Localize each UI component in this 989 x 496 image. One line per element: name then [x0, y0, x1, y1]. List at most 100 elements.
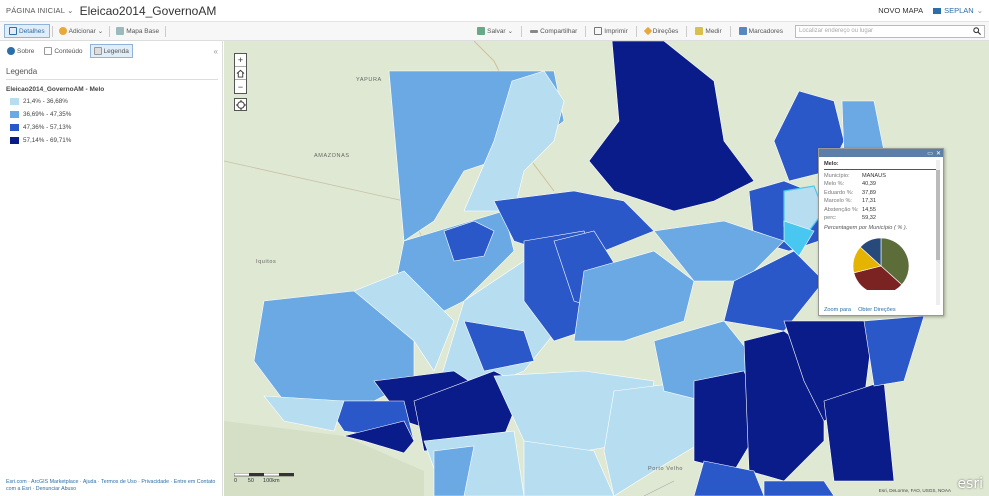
popup-field-value: 17,31: [862, 198, 876, 205]
home-icon: [236, 69, 245, 78]
scale-bar: 0 50 100km: [234, 473, 294, 484]
legend-heading: Legenda: [6, 67, 218, 80]
basemap-button[interactable]: Mapa Base: [112, 24, 163, 38]
measure-icon: [695, 27, 704, 35]
legend-swatch: [10, 111, 19, 118]
popup-header: ▭ ✕: [819, 149, 943, 157]
bookmarks-icon: [738, 27, 747, 35]
popup-field-key: perc:: [824, 214, 837, 221]
measure-button[interactable]: Medir: [691, 24, 725, 38]
esri-logo: esri: [957, 476, 983, 492]
locate-icon: [235, 99, 246, 110]
share-button[interactable]: Compartilhar: [526, 24, 581, 38]
add-button[interactable]: Adicionar ⌄: [55, 24, 108, 38]
popup-field-value: 59,32: [862, 214, 876, 221]
tab-legend[interactable]: Legenda: [89, 44, 133, 58]
popup-pie-chart[interactable]: [826, 234, 936, 290]
legend-item-label: 47,36% - 57,13%: [23, 124, 72, 131]
footer-link[interactable]: ArcGIS Marketplace: [31, 479, 78, 485]
top-bar: PÁGINA INICIAL ⌄ Eleicao2014_GovernoAM N…: [0, 0, 989, 22]
popup-scrollbar[interactable]: [936, 160, 940, 305]
legend-swatch: [10, 98, 19, 105]
org-icon: [933, 7, 942, 14]
legend-item: 57,14% - 69,71%: [10, 137, 222, 144]
directions-button[interactable]: Direções: [641, 24, 683, 38]
map-label: Porto Velho: [648, 466, 684, 472]
details-icon: [9, 27, 17, 35]
home-menu[interactable]: PÁGINA INICIAL ⌄: [6, 6, 74, 15]
map-title: Eleicao2014_GovernoAM: [79, 3, 217, 18]
footer-links: Esri.com · ArcGIS Marketplace · Ajuda · …: [6, 479, 216, 492]
popup-field: perc: 59,32: [824, 215, 938, 221]
popup-chart-title: Percentagem por Município ( % ).: [824, 224, 908, 231]
popup-field: Melo %: 40,39: [824, 181, 938, 187]
map-label: Iquitos: [256, 259, 277, 265]
footer-link[interactable]: Esri.com: [6, 479, 27, 485]
directions-icon: [643, 26, 652, 36]
search-icon[interactable]: [973, 27, 981, 35]
footer-link[interactable]: Denunciar Abuso: [36, 486, 76, 492]
get-directions-link[interactable]: Obter Direções: [858, 307, 896, 313]
map-label: AMAZONAS: [314, 153, 350, 159]
search-input[interactable]: Localizar endereço ou lugar: [795, 24, 985, 38]
legend-item-label: 57,14% - 69,71%: [23, 137, 72, 144]
popup-field-value: 40,39: [862, 181, 876, 188]
feature-popup: ▭ ✕ Melo: Município: MANAUS Melo %: 40,39 Ed…: [818, 148, 944, 316]
zoom-controls: + −: [234, 53, 247, 94]
attribution: Esri, DeLorme, FAO, USGS, NOAA: [878, 488, 951, 493]
info-icon: [7, 47, 15, 55]
legend-item: 47,36% - 57,13%: [10, 124, 222, 131]
footer-link[interactable]: Privacidade: [141, 479, 169, 485]
zoom-to-link[interactable]: Zoom para: [824, 307, 851, 313]
legend-swatch: [10, 124, 19, 131]
legend-swatch: [10, 137, 19, 144]
popup-field: Eduardo %: 37,89: [824, 190, 938, 196]
popup-field-key: Eduardo %:: [824, 189, 854, 196]
popup-field-key: Marcelo %:: [824, 198, 852, 205]
save-button[interactable]: Salvar ⌄: [473, 24, 517, 38]
save-icon: [477, 27, 486, 35]
map-view[interactable]: AMAZONAS YAPURA Iquitos Porto Velho + − …: [224, 41, 989, 496]
new-map-link[interactable]: NOVO MAPA: [878, 6, 923, 15]
toolbar: Detalhes Adicionar ⌄ Mapa Base Salvar ⌄ …: [0, 22, 989, 41]
maximize-icon[interactable]: ▭: [927, 150, 933, 157]
scale-bar-label: 0 50 100km: [234, 478, 280, 484]
zoom-out-button[interactable]: −: [235, 80, 246, 93]
legend-layer-title: Eleicao2014_GovernoAM - Melo: [6, 86, 105, 93]
map-region: [763, 480, 835, 496]
basemap-icon: [116, 27, 125, 35]
legend-item-label: 21,4% - 36,68%: [23, 98, 68, 105]
details-button[interactable]: Detalhes: [4, 24, 50, 38]
popup-field-value: 37,89: [862, 189, 876, 196]
locate-button[interactable]: [234, 98, 247, 111]
popup-field-key: Melo %:: [824, 181, 845, 188]
org-menu[interactable]: SEPLAN ⌄: [933, 6, 983, 15]
footer-link[interactable]: Termos de Uso: [101, 479, 137, 485]
popup-field-value: 14,55: [862, 206, 876, 213]
popup-field: Abstenção %: 14,55: [824, 207, 938, 213]
bookmarks-button[interactable]: Marcadores: [735, 24, 787, 38]
share-icon: [530, 29, 539, 33]
zoom-in-button[interactable]: +: [235, 54, 246, 67]
content-icon: [44, 47, 53, 55]
sidebar: Sobre Conteúdo Legenda « Legenda Eleicao…: [0, 41, 223, 496]
legend-item-label: 36,69% - 47,35%: [23, 111, 72, 118]
popup-title: Melo:: [824, 161, 938, 170]
home-extent-button[interactable]: [235, 67, 246, 80]
add-icon: [58, 27, 67, 35]
popup-field-value: MANAUS: [862, 173, 886, 179]
legend-item: 21,4% - 36,68%: [10, 98, 222, 105]
tab-about[interactable]: Sobre: [4, 45, 37, 57]
map-label: YAPURA: [356, 77, 382, 83]
close-icon[interactable]: ✕: [936, 150, 941, 157]
print-icon: [594, 27, 603, 35]
popup-field: Marcelo %: 17,31: [824, 198, 938, 204]
collapse-sidebar-button[interactable]: «: [214, 47, 218, 56]
tab-content[interactable]: Conteúdo: [41, 45, 85, 57]
legend-item: 36,69% - 47,35%: [10, 111, 222, 118]
footer-link[interactable]: Ajuda: [83, 479, 97, 485]
print-button[interactable]: Imprimir: [590, 24, 631, 38]
popup-field-key: Município:: [824, 173, 850, 179]
popup-field: Município: MANAUS: [824, 173, 938, 179]
popup-field-key: Abstenção %:: [824, 206, 859, 213]
